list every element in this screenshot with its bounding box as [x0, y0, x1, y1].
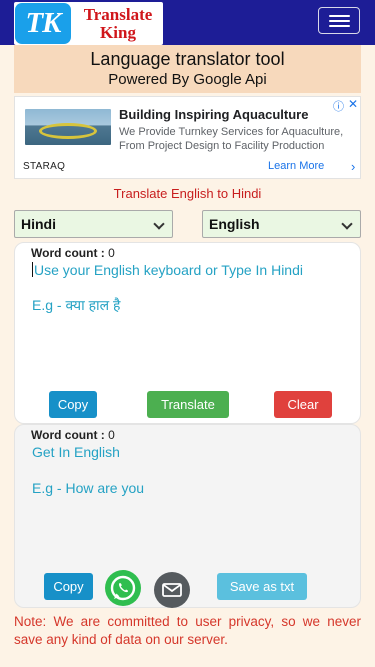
input-textarea[interactable]: Use your English keyboard or Type In Hin… — [32, 262, 303, 278]
menu-icon-bar — [329, 25, 350, 27]
whatsapp-share-button[interactable] — [105, 570, 141, 606]
input-example: E.g - क्या हाल है — [32, 297, 121, 313]
ad-brand: STARAQ — [23, 161, 66, 172]
ad-description: We Provide Turnkey Services for Aquacult… — [119, 126, 344, 152]
text-caret — [32, 262, 33, 277]
ad-image-ring — [39, 123, 97, 139]
menu-icon-bar — [329, 20, 350, 22]
info-icon[interactable]: ⓘ — [333, 98, 344, 114]
word-count-label: Word count : — [31, 246, 105, 260]
logo-text: Translate King — [75, 6, 161, 42]
logo-text-line2: King — [100, 23, 136, 42]
copy-output-button[interactable]: Copy — [44, 573, 93, 600]
close-icon[interactable]: ✕ — [348, 97, 358, 111]
output-word-count: Word count : 0 — [31, 428, 115, 442]
target-language-value: English — [209, 216, 260, 232]
mail-icon — [162, 583, 182, 597]
copy-input-button[interactable]: Copy — [49, 391, 97, 418]
whatsapp-icon — [110, 575, 136, 601]
translate-button[interactable]: Translate — [147, 391, 229, 418]
logo-mark: TK — [15, 3, 71, 44]
word-count-value: 0 — [108, 246, 115, 260]
input-panel: Word count : 0 Use your English keyboard… — [14, 242, 361, 424]
page-title: Language translator tool — [90, 49, 285, 69]
chevron-down-icon — [153, 218, 165, 230]
output-textarea[interactable]: Get In English — [32, 444, 120, 460]
output-panel: Word count : 0 Get In English E.g - How … — [14, 424, 361, 608]
save-as-txt-button[interactable]: Save as txt — [217, 573, 307, 600]
output-placeholder: Get In English — [32, 444, 120, 460]
input-word-count: Word count : 0 — [31, 246, 115, 260]
ad-image[interactable] — [25, 109, 111, 145]
translate-direction: Translate English to Hindi — [113, 186, 262, 201]
word-count-label: Word count : — [31, 428, 105, 442]
input-placeholder: Use your English keyboard or Type In Hin… — [34, 262, 303, 278]
target-language-select[interactable]: English — [202, 210, 361, 238]
ad-learn-more-link[interactable]: Learn More — [268, 160, 324, 172]
logo[interactable]: TK Translate King — [14, 2, 163, 45]
source-language-value: Hindi — [21, 216, 56, 232]
chevron-right-icon[interactable]: › — [351, 159, 355, 174]
ad-banner[interactable]: Building Inspiring Aquaculture We Provid… — [14, 96, 361, 179]
word-count-value: 0 — [108, 428, 115, 442]
chevron-down-icon — [341, 218, 353, 230]
navbar: TK Translate King — [0, 0, 375, 45]
menu-icon — [329, 15, 350, 17]
page-subtitle: Powered By Google Api — [108, 71, 267, 88]
logo-text-line1: Translate — [83, 5, 153, 24]
email-share-button[interactable] — [154, 572, 190, 608]
clear-button[interactable]: Clear — [274, 391, 332, 418]
output-example: E.g - How are you — [32, 480, 145, 496]
menu-button[interactable] — [318, 7, 360, 34]
source-language-select[interactable]: Hindi — [14, 210, 173, 238]
page-header: Language translator tool Powered By Goog… — [14, 45, 361, 93]
ad-title[interactable]: Building Inspiring Aquaculture — [119, 107, 308, 122]
privacy-note: Note: We are committed to user privacy, … — [14, 614, 361, 647]
